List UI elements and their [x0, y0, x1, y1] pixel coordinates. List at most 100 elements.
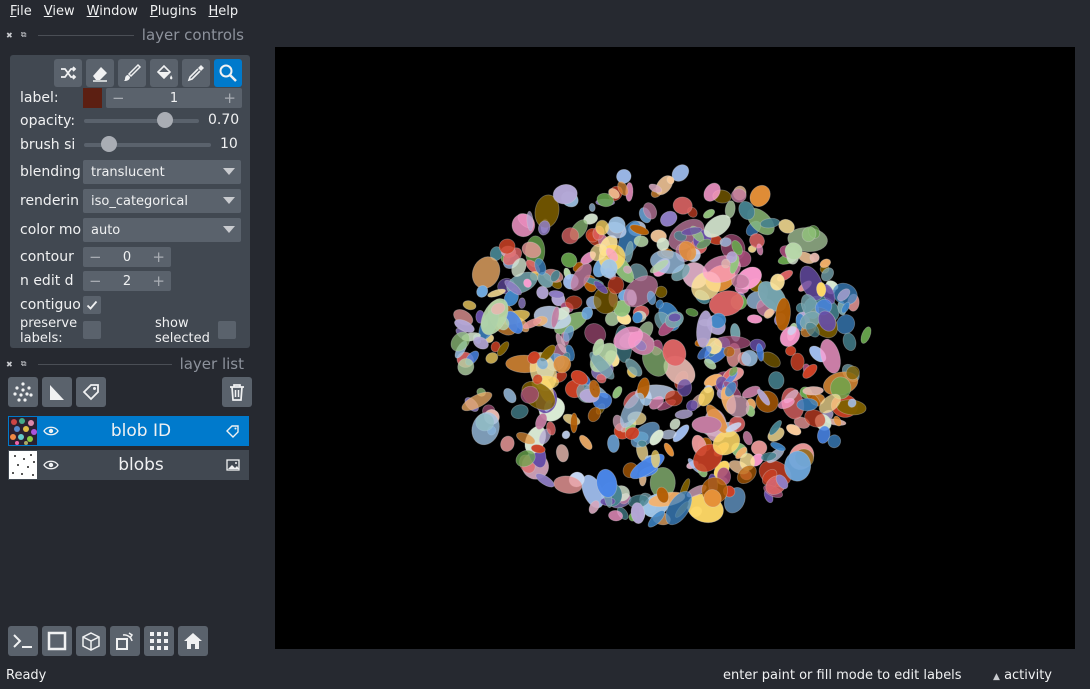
chevron-down-icon [223, 197, 235, 204]
layer-row-blob-id[interactable]: blob ID [8, 416, 249, 446]
label-blob [842, 332, 857, 352]
label-label: label: [20, 90, 59, 106]
contour-value: 0 [122, 249, 132, 265]
layer-type-indicator [217, 424, 249, 438]
reset-view-button[interactable] [178, 626, 208, 656]
delete-layer-button[interactable] [222, 377, 252, 407]
title-divider [38, 34, 134, 36]
fill-button[interactable] [150, 59, 178, 87]
image-thumbnail [9, 451, 37, 479]
activity-label: activity [1004, 668, 1052, 683]
contiguous-checkbox[interactable] [83, 296, 101, 314]
roll-dimensions-button[interactable] [76, 626, 106, 656]
layer-type-indicator [217, 459, 249, 471]
menu-file[interactable]: File [4, 0, 38, 24]
decrement-icon[interactable]: − [89, 272, 102, 290]
toggle-ndisplay-button[interactable] [42, 626, 72, 656]
layer-row-blobs[interactable]: blobs [8, 450, 249, 480]
viewer-canvas[interactable] [275, 47, 1075, 649]
color-mode-dropdown[interactable]: auto [83, 218, 241, 242]
new-shapes-layer-button[interactable] [42, 377, 72, 407]
erase-button[interactable] [86, 59, 114, 87]
opacity-slider-track[interactable] [84, 119, 199, 123]
eye-icon [43, 460, 59, 470]
n-edit-dim-label: n edit d [20, 273, 74, 289]
decrement-icon[interactable]: − [89, 248, 102, 266]
label-blob [561, 430, 571, 440]
points-icon [13, 382, 33, 402]
menu-view[interactable]: View [38, 0, 81, 24]
label-blob [503, 387, 517, 404]
rotate-icon [116, 632, 134, 650]
paintbrush-icon [124, 63, 142, 81]
dock-close-icon[interactable]: ✖ [6, 31, 13, 40]
blending-dropdown[interactable]: translucent [83, 160, 241, 184]
home-icon [184, 633, 202, 649]
layer-list-toolbar [8, 377, 252, 407]
transpose-button[interactable] [110, 626, 140, 656]
label-blob [570, 412, 578, 434]
increment-icon[interactable]: + [152, 272, 165, 290]
increment-icon[interactable]: + [223, 89, 236, 107]
brush-size-label: brush si [20, 137, 76, 153]
paint-bucket-icon [156, 64, 173, 80]
menu-plugins[interactable]: Plugins [144, 0, 203, 24]
layer-controls-panel: label: − 1 + opacity: 0.70 brush si 10 b… [10, 55, 250, 348]
rendering-label: renderin [20, 193, 79, 209]
label-blob [723, 346, 736, 358]
n-edit-dim-spinbox[interactable]: − 2 + [83, 271, 171, 291]
contiguous-row: contiguo [20, 294, 246, 316]
dock-close-icon[interactable]: ✖ [6, 360, 13, 369]
dock-float-icon[interactable]: ⧉ [21, 30, 27, 40]
label-blob [548, 290, 565, 299]
activity-button[interactable]: ▲ activity [993, 668, 1052, 683]
grid-view-button[interactable] [144, 626, 174, 656]
label-spinbox[interactable]: − 1 + [106, 88, 242, 108]
status-bar: Ready enter paint or fill mode to edit l… [0, 666, 1090, 689]
zoom-pan-button[interactable] [214, 59, 242, 87]
label-blob [746, 314, 763, 324]
menu-help[interactable]: Help [203, 0, 245, 24]
shuffle-colors-button[interactable] [54, 59, 82, 87]
new-labels-layer-button[interactable] [76, 377, 106, 407]
labels-tag-icon [226, 425, 239, 438]
label-blob [768, 371, 785, 390]
color-mode-value: auto [91, 222, 121, 238]
contour-label: contour [20, 249, 74, 265]
console-button[interactable] [8, 626, 38, 656]
rendering-dropdown[interactable]: iso_categorical [83, 189, 241, 213]
contiguous-label: contiguo [20, 297, 81, 313]
pick-mode-button[interactable] [182, 59, 210, 87]
shuffle-icon [61, 66, 77, 80]
label-blob [685, 307, 699, 317]
label-blob [731, 188, 747, 203]
contour-spinbox[interactable]: − 0 + [83, 247, 171, 267]
label-blob [579, 434, 593, 450]
new-points-layer-button[interactable] [8, 377, 38, 407]
status-message: Ready [6, 668, 47, 683]
menu-window[interactable]: Window [81, 0, 144, 24]
opacity-slider-handle[interactable] [156, 112, 173, 128]
title-divider [38, 363, 172, 365]
preserve-labels-checkbox[interactable] [83, 321, 101, 339]
label-color-swatch[interactable] [83, 88, 102, 108]
magnifier-icon [219, 64, 237, 82]
preserve-labels-label: preserve labels: [20, 316, 78, 346]
visibility-toggle[interactable] [37, 425, 65, 437]
labels-toolbar [54, 59, 242, 87]
visibility-toggle[interactable] [37, 459, 65, 471]
eraser-icon [93, 67, 107, 82]
show-selected-checkbox[interactable] [218, 321, 236, 339]
grid-icon [150, 632, 168, 650]
dock-float-icon[interactable]: ⧉ [21, 359, 27, 369]
increment-icon[interactable]: + [152, 248, 165, 266]
label-blob [790, 352, 805, 371]
shapes-icon [50, 385, 64, 400]
layer-name[interactable]: blobs [65, 455, 217, 475]
layer-name[interactable]: blob ID [65, 421, 217, 441]
decrement-icon[interactable]: − [112, 89, 125, 107]
paint-button[interactable] [118, 59, 146, 87]
opacity-value: 0.70 [208, 112, 240, 128]
label-blob [462, 300, 477, 311]
tag-icon [82, 384, 99, 401]
